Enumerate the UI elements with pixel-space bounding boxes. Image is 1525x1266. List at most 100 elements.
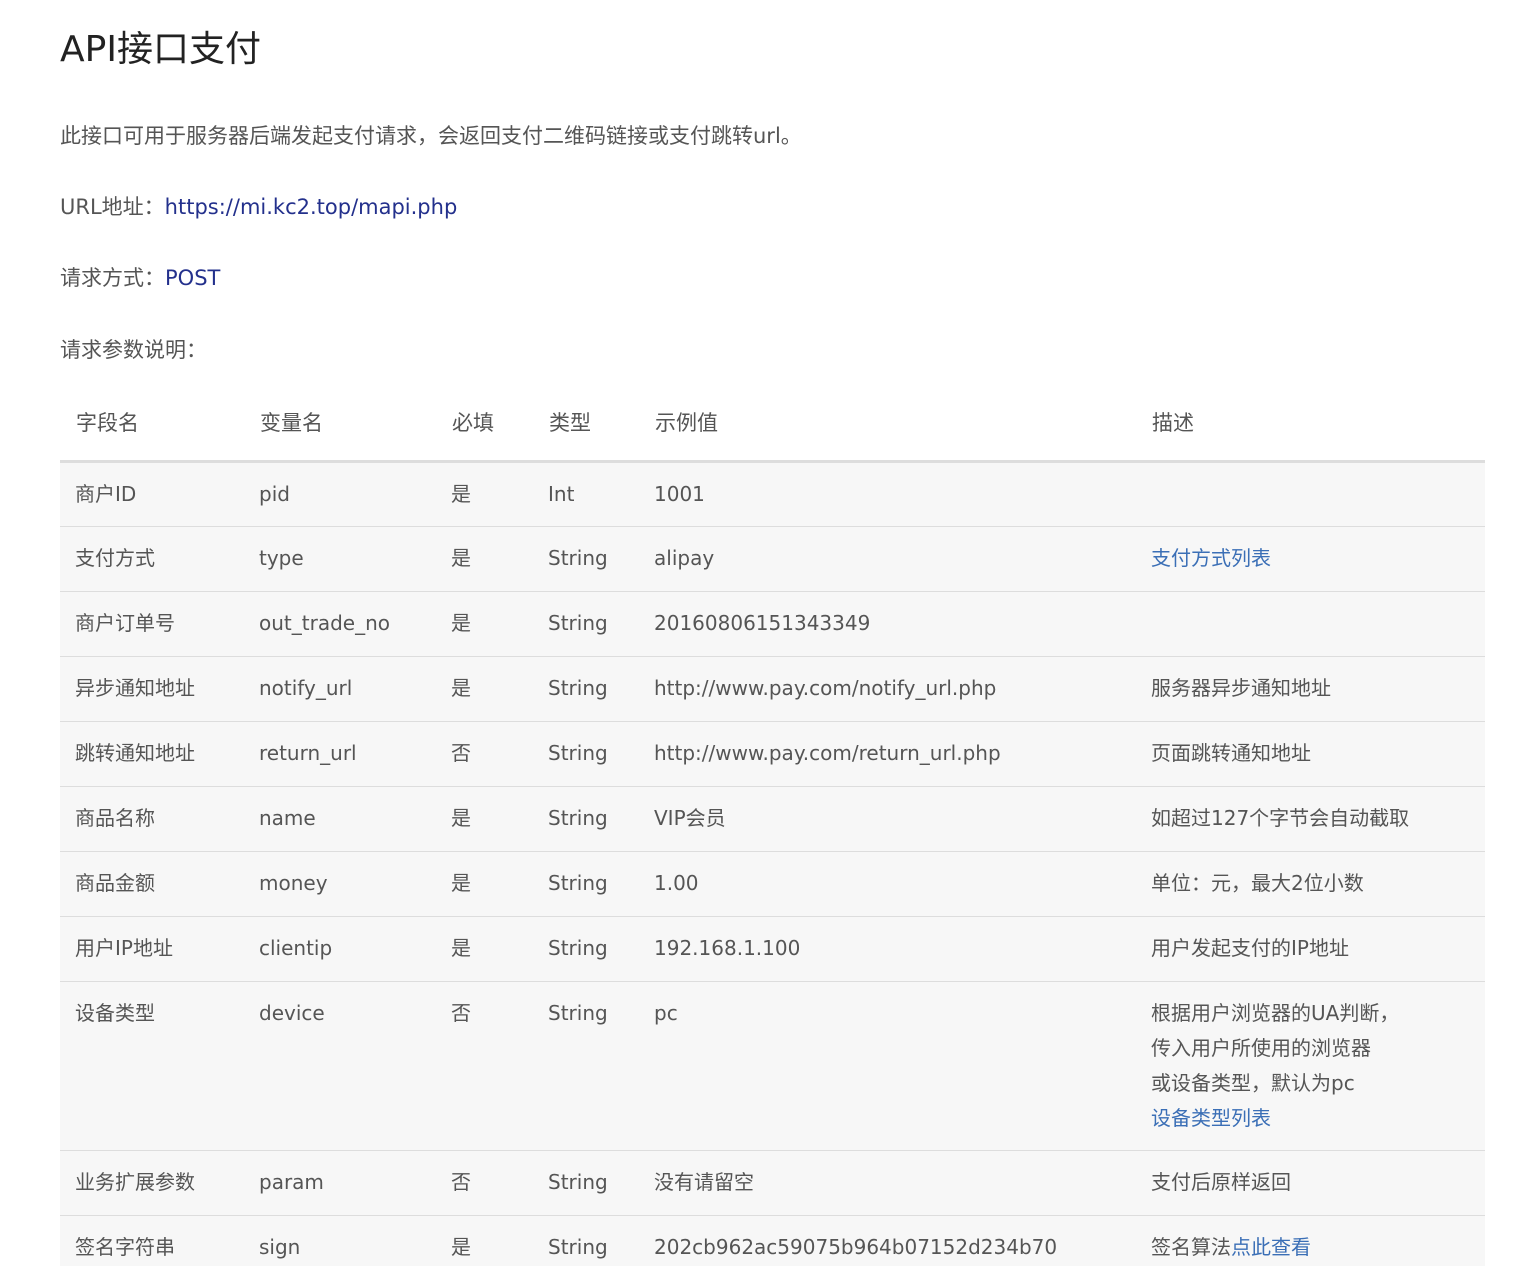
cell-example: VIP会员: [639, 785, 1136, 851]
page-title: API接口支付: [60, 29, 261, 70]
table-row: 异步通知地址 notify_url 是 String http://www.pa…: [60, 655, 1485, 721]
cell-desc: 支付方式列表: [1136, 525, 1485, 591]
cell-required: 否: [436, 1149, 533, 1215]
table-row: 签名字符串 sign 是 String 202cb962ac59075b964b…: [60, 1214, 1485, 1266]
desc-line: 传入用户所使用的浏览器: [1151, 1035, 1371, 1060]
api-description: 此接口可用于服务器后端发起支付请求，会返回支付二维码链接或支付跳转url。: [60, 124, 802, 148]
params-table: 字段名 变量名 必填 类型 示例值 描述 商户ID pid 是 Int 1001…: [60, 384, 1485, 1266]
cell-var: return_url: [244, 720, 436, 786]
params-heading: 请求参数说明：: [60, 338, 207, 362]
cell-type: String: [533, 980, 639, 1150]
header-field: 字段名: [60, 384, 244, 463]
header-var: 变量名: [244, 384, 436, 463]
cell-var: pid: [259, 481, 290, 506]
header-example: 示例值: [639, 384, 1136, 463]
cell-type: String: [533, 655, 639, 721]
cell-required: 否: [436, 980, 533, 1150]
pay-type-list-link[interactable]: 支付方式列表: [1151, 546, 1271, 570]
cell-desc: 支付后原样返回: [1136, 1149, 1485, 1215]
cell-desc: 页面跳转通知地址: [1136, 720, 1485, 786]
cell-example: 没有请留空: [639, 1149, 1136, 1215]
cell-required: 是: [436, 590, 533, 656]
cell-example: pc: [639, 980, 1136, 1150]
cell-required: 是: [436, 1214, 533, 1266]
cell-required: 是: [451, 481, 471, 506]
cell-field: 商品名称: [60, 785, 244, 851]
cell-field: 用户IP地址: [60, 915, 244, 981]
table-row: 用户IP地址 clientip 是 String 192.168.1.100 用…: [60, 915, 1485, 981]
cell-desc: 根据用户浏览器的UA判断， 传入用户所使用的浏览器 或设备类型，默认为pc 设备…: [1136, 980, 1485, 1150]
header-desc: 描述: [1136, 384, 1485, 463]
cell-var: clientip: [244, 915, 436, 981]
url-label: URL地址：: [60, 195, 165, 219]
cell-example: 202cb962ac59075b964b07152d234b70: [639, 1214, 1136, 1266]
cell-var: type: [244, 525, 436, 591]
cell-example: 192.168.1.100: [639, 915, 1136, 981]
cell-var: notify_url: [244, 655, 436, 721]
cell-var: sign: [244, 1214, 436, 1266]
cell-type: String: [533, 1149, 639, 1215]
cell-field: 跳转通知地址: [60, 720, 244, 786]
cell-example: 1001: [654, 481, 705, 506]
cell-desc: 如超过127个字节会自动截取: [1136, 785, 1485, 851]
cell-required: 否: [436, 720, 533, 786]
table-row: 跳转通知地址 return_url 否 String http://www.pa…: [60, 720, 1485, 786]
table-row: 商品金额 money 是 String 1.00 单位：元，最大2位小数: [60, 850, 1485, 916]
cell-field: 支付方式: [60, 525, 244, 591]
cell-var: param: [244, 1149, 436, 1215]
cell-example: http://www.pay.com/notify_url.php: [639, 655, 1136, 721]
cell-field: 签名字符串: [60, 1214, 244, 1266]
cell-desc: [1136, 461, 1485, 526]
cell-field: 异步通知地址: [60, 655, 244, 721]
sign-desc-text: 签名算法: [1151, 1234, 1231, 1259]
header-type: 类型: [533, 384, 639, 463]
cell-required: 是: [436, 655, 533, 721]
cell-type: String: [533, 720, 639, 786]
cell-type: String: [533, 525, 639, 591]
table-row: 商品名称 name 是 String VIP会员 如超过127个字节会自动截取: [60, 785, 1485, 851]
table-row: 设备类型 device 否 String pc 根据用户浏览器的UA判断， 传入…: [60, 980, 1485, 1150]
cell-field: 商户订单号: [60, 590, 244, 656]
table-header-row: 字段名 变量名 必填 类型 示例值 描述: [60, 384, 1485, 463]
table-row: 业务扩展参数 param 否 String 没有请留空 支付后原样返回: [60, 1149, 1485, 1215]
cell-example: 20160806151343349: [639, 590, 1136, 656]
header-required: 必填: [436, 384, 533, 463]
cell-type: Int: [548, 481, 575, 506]
cell-type: String: [533, 1214, 639, 1266]
cell-var: device: [244, 980, 436, 1150]
cell-example: 1.00: [639, 850, 1136, 916]
cell-desc: 用户发起支付的IP地址: [1136, 915, 1485, 981]
cell-field: 商品金额: [60, 850, 244, 916]
table-row: 商户ID pid 是 Int 1001: [60, 461, 1485, 526]
cell-field: 商户ID: [75, 481, 137, 506]
method-line: 请求方式：POST: [60, 263, 220, 293]
cell-var: out_trade_no: [244, 590, 436, 656]
cell-desc: 单位：元，最大2位小数: [1136, 850, 1485, 916]
cell-field: 设备类型: [60, 980, 244, 1150]
cell-desc: 服务器异步通知地址: [1136, 655, 1485, 721]
table-row: 商户订单号 out_trade_no 是 String 201608061513…: [60, 590, 1485, 656]
cell-desc: 签名算法点此查看: [1136, 1214, 1485, 1266]
cell-field: 业务扩展参数: [60, 1149, 244, 1215]
device-type-list-link[interactable]: 设备类型列表: [1151, 1106, 1271, 1130]
cell-desc: [1136, 590, 1485, 656]
method-label: 请求方式：: [60, 266, 165, 290]
cell-required: 是: [436, 525, 533, 591]
cell-example: http://www.pay.com/return_url.php: [639, 720, 1136, 786]
desc-line: 或设备类型，默认为pc: [1151, 1070, 1355, 1095]
cell-type: String: [533, 785, 639, 851]
cell-type: String: [533, 850, 639, 916]
cell-type: String: [533, 590, 639, 656]
cell-var: name: [244, 785, 436, 851]
method-value: POST: [165, 266, 221, 290]
cell-example: alipay: [639, 525, 1136, 591]
cell-type: String: [533, 915, 639, 981]
api-url-link[interactable]: https://mi.kc2.top/mapi.php: [165, 195, 458, 219]
sign-algorithm-link[interactable]: 点此查看: [1231, 1235, 1311, 1259]
table-row: 支付方式 type 是 String alipay 支付方式列表: [60, 525, 1485, 591]
desc-line: 根据用户浏览器的UA判断，: [1151, 1000, 1400, 1025]
cell-required: 是: [436, 785, 533, 851]
cell-required: 是: [436, 850, 533, 916]
cell-var: money: [244, 850, 436, 916]
cell-required: 是: [436, 915, 533, 981]
